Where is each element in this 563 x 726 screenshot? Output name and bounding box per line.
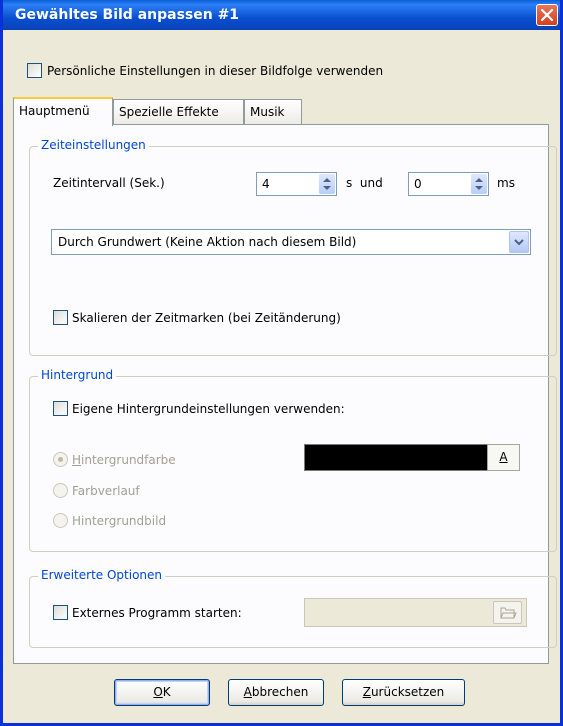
external-program-checkbox[interactable] xyxy=(53,605,68,620)
window-title: Gewähltes Bild anpassen #1 xyxy=(15,7,240,23)
scale-timemarks-label: Skalieren der Zeitmarken (bei Zeitänderu… xyxy=(72,311,341,325)
external-program-label: Externes Programm starten: xyxy=(72,606,242,620)
milliseconds-spin-arrows[interactable] xyxy=(471,174,487,194)
personal-settings-checkbox[interactable] xyxy=(27,63,42,78)
cancel-button[interactable]: Abbrechen xyxy=(228,679,324,706)
milliseconds-unit-label: ms xyxy=(497,176,515,190)
own-background-label: Eigene Hintergrundeinstellungen verwende… xyxy=(72,402,345,416)
time-settings-legend: Zeiteinstellungen xyxy=(38,138,149,152)
close-icon xyxy=(540,8,554,22)
background-color-label: Hintergrundfarbe xyxy=(72,453,176,467)
title-bar[interactable]: Gewähltes Bild anpassen #1 xyxy=(3,0,560,30)
tab-musik[interactable]: Musik xyxy=(244,99,302,125)
milliseconds-spinner[interactable]: 0 xyxy=(408,172,489,196)
advanced-options-legend: Erweiterte Optionen xyxy=(38,568,166,582)
gradient-radio[interactable] xyxy=(53,483,68,498)
tab-hauptmenu[interactable]: Hauptmenü xyxy=(13,97,113,126)
seconds-spinner[interactable]: 4 xyxy=(256,172,337,196)
seconds-value: 4 xyxy=(262,177,270,191)
image-action-dropdown[interactable]: Durch Grundwert (Keine Aktion nach diese… xyxy=(51,229,531,255)
scale-timemarks-checkbox[interactable] xyxy=(53,310,68,325)
chevron-down-icon xyxy=(514,239,524,246)
own-background-checkbox[interactable] xyxy=(53,401,68,416)
spin-arrows-icon xyxy=(475,178,483,190)
color-picker-button[interactable]: A xyxy=(487,444,520,471)
browse-folder-button[interactable] xyxy=(493,601,522,624)
seconds-unit-label: s und xyxy=(346,176,383,190)
spin-arrows-icon xyxy=(323,178,331,190)
dialog-window: Gewähltes Bild anpassen #1 Persönliche E… xyxy=(0,0,563,726)
close-button[interactable] xyxy=(536,4,558,26)
tab-spezielle-effekte[interactable]: Spezielle Effekte xyxy=(113,99,244,125)
personal-settings-label: Persönliche Einstellungen in dieser Bild… xyxy=(47,64,384,78)
background-image-label: Hintergrundbild xyxy=(72,514,167,528)
interval-label: Zeitintervall (Sek.) xyxy=(53,176,165,190)
ok-button[interactable]: OK xyxy=(114,679,210,706)
seconds-spin-arrows[interactable] xyxy=(319,174,335,194)
background-color-radio[interactable] xyxy=(53,452,68,467)
background-legend: Hintergrund xyxy=(38,368,117,382)
milliseconds-value: 0 xyxy=(414,177,422,191)
reset-button[interactable]: Zurücksetzen xyxy=(342,679,465,706)
background-image-radio[interactable] xyxy=(53,513,68,528)
dropdown-button[interactable] xyxy=(509,231,529,253)
gradient-label: Farbverlauf xyxy=(72,484,140,498)
folder-open-icon xyxy=(500,607,517,619)
image-action-value: Durch Grundwert (Keine Aktion nach diese… xyxy=(58,235,357,249)
